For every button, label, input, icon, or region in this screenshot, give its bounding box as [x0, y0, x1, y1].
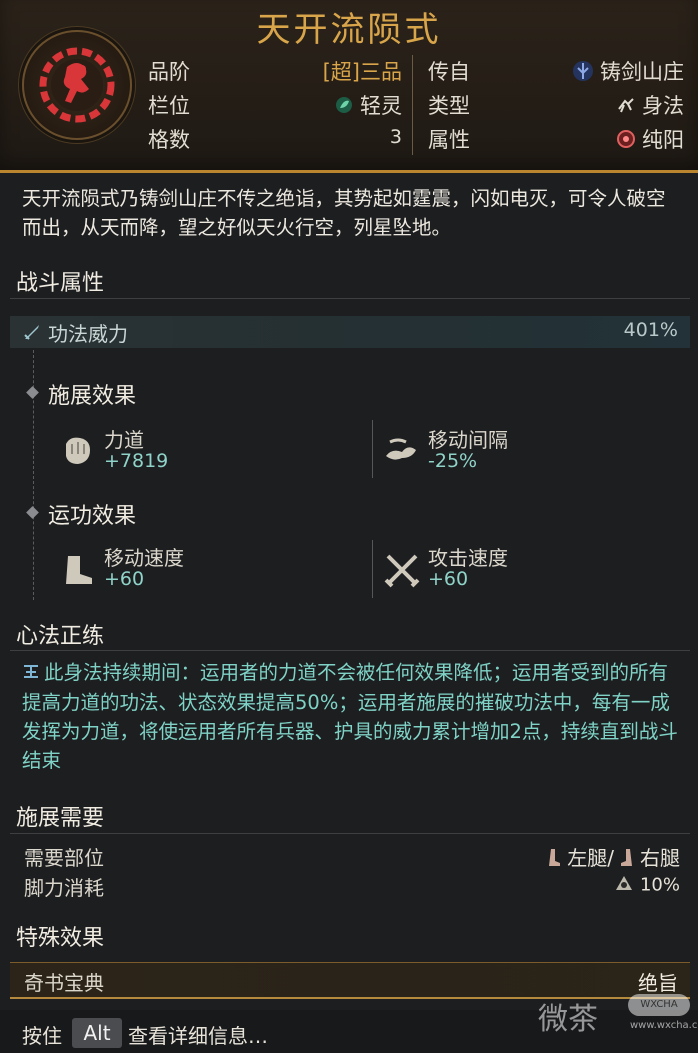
cloud-icon — [382, 430, 422, 470]
fist-icon — [58, 430, 98, 470]
stamina-value: 10% — [639, 874, 680, 896]
left-leg-text: 左腿 — [567, 846, 608, 870]
stamina-icon — [614, 874, 634, 897]
timeline-node — [26, 386, 39, 399]
run-stat-value: +60 — [104, 568, 145, 590]
leaf-icon — [334, 95, 354, 120]
slot-value: 轻灵 — [360, 94, 402, 118]
right-leg-icon — [618, 847, 636, 872]
sword-icon — [22, 322, 42, 346]
item-description: 天开流陨式乃铸剑山庄不传之绝诣，其势起如霆震，闪如电灭，可令人破空而出，从天而降… — [22, 187, 666, 239]
slot-label: 栏位 — [148, 94, 190, 118]
timeline-node — [26, 506, 39, 519]
cast-stat-name: 移动间隔 — [428, 428, 508, 452]
part-separator: / — [607, 846, 614, 870]
movement-icon — [616, 95, 636, 120]
alt-key[interactable]: Alt — [72, 1018, 122, 1048]
run-stat-name: 移动速度 — [104, 546, 184, 570]
rank-label: 品阶 — [148, 60, 190, 84]
watermark-text: 微茶 — [538, 1002, 598, 1037]
technique-icon — [22, 659, 44, 688]
stamina-value-wrap: 10% — [560, 874, 680, 897]
combat-section-title: 战斗属性 — [16, 271, 105, 296]
attr-label: 属性 — [428, 128, 470, 152]
stat-separator — [372, 420, 373, 478]
origin-value: 铸剑山庄 — [600, 60, 684, 84]
cast-stat-value: -25% — [428, 450, 478, 472]
sect-emblem-icon — [22, 30, 132, 140]
special-section-title: 特殊效果 — [16, 926, 105, 951]
run-stat-name: 攻击速度 — [428, 546, 508, 570]
type-value-wrap: 身法 — [540, 90, 684, 120]
special-book-label: 奇书宝典 — [24, 971, 104, 995]
cast-stat-value: +7819 — [104, 450, 169, 472]
sword-sect-icon — [572, 60, 594, 87]
stamina-label: 脚力消耗 — [24, 876, 104, 900]
slot-value-wrap: 轻灵 — [290, 90, 402, 120]
power-value: 401% — [623, 319, 678, 341]
yang-icon — [616, 129, 636, 154]
boot-icon — [58, 550, 98, 590]
mind-text-block: 此身法持续期间：运用者的力道不会被任何效果降低；运用者受到的所有提高力道的功法、… — [22, 658, 686, 775]
run-stat-value: +60 — [428, 568, 469, 590]
attr-value: 纯阳 — [642, 128, 684, 152]
power-label: 功法威力 — [48, 322, 128, 346]
cells-label: 格数 — [148, 128, 190, 152]
watermark-badge: WXCHA — [628, 994, 690, 1016]
watermark-url: www.wxcha.com — [630, 1020, 698, 1031]
required-part-value: 左腿/ 右腿 — [480, 842, 680, 872]
origin-label: 传自 — [428, 60, 470, 84]
left-leg-icon — [545, 847, 563, 872]
header-divider — [412, 55, 413, 155]
cast-stat-name: 力道 — [104, 428, 144, 452]
section-divider — [10, 833, 690, 834]
right-leg-text: 右腿 — [640, 846, 680, 870]
mind-section-title: 心法正练 — [16, 624, 105, 649]
cells-value: 3 — [389, 126, 402, 148]
watermark: 微茶 WXCHA www.wxcha.com — [538, 994, 698, 1044]
section-divider — [10, 298, 690, 299]
mind-text: 此身法持续期间：运用者的力道不会被任何效果降低；运用者受到的所有提高力道的功法、… — [22, 661, 678, 772]
origin-value-wrap: 铸剑山庄 — [520, 56, 684, 87]
cast-effects-title: 施展效果 — [48, 384, 137, 409]
type-value: 身法 — [642, 94, 684, 118]
special-book-value: 绝旨 — [638, 971, 678, 995]
crossed-swords-icon — [382, 550, 422, 590]
stat-separator — [372, 540, 373, 598]
footer-hint-text: 查看详细信息… — [128, 1024, 268, 1048]
power-row: 功法威力 401% — [10, 316, 690, 348]
requirements-section-title: 施展需要 — [16, 806, 105, 831]
attr-value-wrap: 纯阳 — [540, 124, 684, 154]
required-part-label: 需要部位 — [24, 846, 104, 870]
type-label: 类型 — [428, 94, 470, 118]
item-header: 天开流陨式 品阶 [超]三品 栏位 轻灵 格数 3 传自 铸剑山庄 类型 身法 … — [0, 0, 698, 173]
rank-value: [超]三品 — [322, 60, 402, 84]
footer-press-text: 按住 — [22, 1024, 62, 1048]
run-effects-title: 运功效果 — [48, 504, 137, 529]
section-divider — [10, 650, 690, 651]
